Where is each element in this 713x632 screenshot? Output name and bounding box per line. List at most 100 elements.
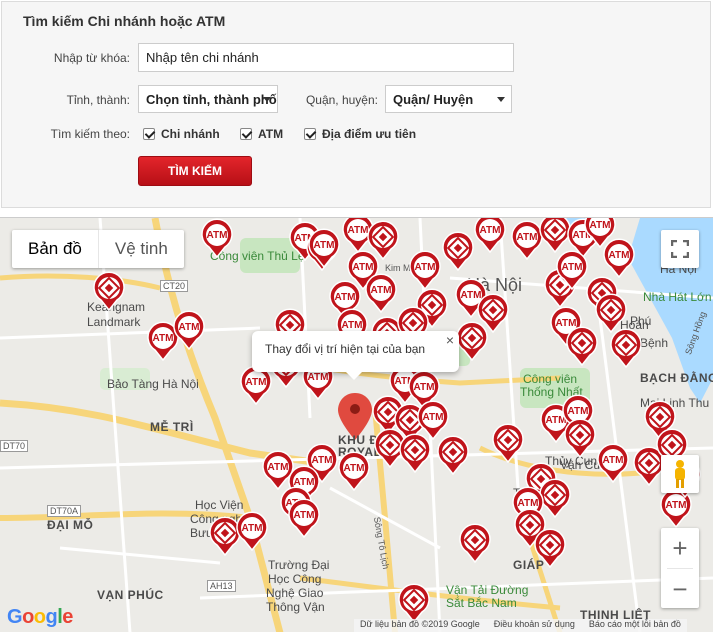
google-logo-letter: e — [62, 606, 73, 628]
svg-text:ATM: ATM — [353, 262, 374, 273]
map-footer: Dữ liệu bản đồ ©2019 Google Điều khoản s… — [354, 619, 687, 632]
svg-text:ATM: ATM — [609, 250, 630, 261]
fullscreen-icon — [671, 240, 689, 258]
svg-text:ATM: ATM — [314, 240, 335, 251]
svg-text:ATM: ATM — [342, 320, 363, 331]
atm-marker[interactable]: ATM — [337, 451, 371, 492]
map-label-benh: Bệnh — [640, 336, 669, 350]
svg-text:ATM: ATM — [568, 406, 589, 417]
popup-tail — [346, 372, 362, 380]
branch-marker[interactable] — [455, 321, 489, 362]
province-select-value: Chọn tỉnh, thành phố — [146, 92, 277, 107]
svg-text:ATM: ATM — [344, 463, 365, 474]
atm-marker[interactable]: ATM — [172, 310, 206, 351]
map-type-control: Bản đồ Vệ tinh — [12, 230, 184, 268]
keyword-input[interactable] — [138, 43, 514, 72]
branch-marker[interactable] — [563, 418, 597, 459]
svg-text:ATM: ATM — [308, 372, 329, 383]
district-select[interactable]: Quận/ Huyện — [385, 85, 512, 113]
road-shield-dt70: DT70 — [0, 440, 29, 452]
google-logo-letter: o — [22, 606, 34, 628]
branch-marker[interactable] — [441, 231, 475, 272]
map-label-phu: Phú — [630, 314, 652, 328]
svg-text:ATM: ATM — [371, 285, 392, 296]
province-label: Tỉnh, thành: — [66, 93, 130, 107]
atm-marker[interactable]: ATM — [200, 218, 234, 259]
map-label-hoc-cong: Học Công — [268, 572, 322, 586]
atm-marker[interactable]: ATM — [596, 443, 630, 484]
branch-marker[interactable] — [398, 433, 432, 474]
search-by-label: Tìm kiếm theo: — [50, 127, 130, 141]
branch-marker[interactable] — [397, 583, 431, 624]
district-select-value: Quận/ Huyện — [393, 92, 474, 107]
checkbox-checked-icon[interactable] — [304, 128, 316, 140]
branch-checkbox[interactable]: Chi nhánh — [143, 127, 220, 141]
checkbox-checked-icon[interactable] — [143, 128, 155, 140]
zoom-out-button[interactable]: − — [661, 569, 699, 609]
svg-text:ATM: ATM — [603, 455, 624, 466]
google-logo-letter: o — [33, 606, 46, 628]
branch-marker[interactable] — [458, 523, 492, 564]
terms-link[interactable]: Điều khoản sử dụng — [494, 619, 575, 632]
tab-map[interactable]: Bản đồ — [12, 230, 98, 268]
atm-marker[interactable]: ATM — [235, 511, 269, 552]
svg-text:ATM: ATM — [423, 412, 444, 423]
map-label-hoc-vien: Học Viện — [195, 498, 244, 512]
svg-text:ATM: ATM — [294, 510, 315, 521]
map-label-museum: Bảo Tàng Hà Nội — [107, 377, 199, 391]
branch-marker[interactable] — [594, 293, 628, 334]
atm-checkbox-label: ATM — [258, 127, 284, 141]
tab-satellite[interactable]: Vệ tinh — [97, 230, 184, 268]
svg-text:ATM: ATM — [414, 382, 435, 393]
map-label-nghe-giao: Nghệ Giao — [266, 586, 324, 600]
atm-marker[interactable]: ATM — [555, 250, 589, 291]
svg-text:ATM: ATM — [179, 322, 200, 333]
atm-marker[interactable]: ATM — [307, 228, 341, 269]
branch-marker[interactable] — [436, 435, 470, 476]
priority-location-checkbox[interactable]: Địa điểm ưu tiên — [304, 127, 416, 141]
google-logo-letter: G — [7, 606, 23, 628]
atm-marker[interactable]: ATM — [364, 273, 398, 314]
street-view-pegman[interactable] — [661, 455, 699, 493]
map-label-van-phuc: VẠN PHÚC — [97, 588, 164, 602]
search-button[interactable]: TÌM KIẾM — [138, 156, 252, 186]
pegman-icon — [675, 460, 685, 488]
branch-marker[interactable] — [533, 528, 567, 569]
branch-marker[interactable] — [491, 423, 525, 464]
map-label-landmark: Landmark — [87, 315, 141, 329]
popup-text: Thay đổi vị trí hiện tại của bạn — [265, 342, 426, 356]
branch-marker[interactable] — [92, 271, 126, 312]
atm-marker[interactable]: ATM — [408, 250, 442, 291]
branch-marker[interactable] — [609, 328, 643, 369]
branch-marker[interactable] — [565, 326, 599, 367]
map-label-nha-hat-lon: Nhà Hát Lớn — [643, 290, 712, 304]
close-icon[interactable]: × — [446, 332, 454, 348]
atm-checkbox[interactable]: ATM — [240, 127, 283, 141]
panel-title: Tìm kiếm Chi nhánh hoặc ATM — [23, 13, 226, 29]
map-label-sat-bac-nam: Sắt Bắc Nam — [446, 596, 517, 610]
map-label-thong-van: Thông Vận — [266, 600, 325, 614]
svg-text:ATM: ATM — [590, 220, 611, 231]
road-shield-ah13: AH13 — [207, 580, 236, 592]
report-error-link[interactable]: Báo cáo một lỗi bản đồ — [589, 619, 681, 632]
checkbox-checked-icon[interactable] — [240, 128, 252, 140]
map-label-me-tri: MỄ TRÌ — [150, 420, 194, 434]
svg-text:ATM: ATM — [480, 225, 501, 236]
branch-checkbox-label: Chi nhánh — [161, 127, 220, 141]
svg-text:ATM: ATM — [242, 523, 263, 534]
atm-marker[interactable]: ATM — [287, 498, 321, 539]
branch-map[interactable]: Hà Nội Keangnam Landmark Bảo Tàng Hà Nội… — [0, 217, 713, 632]
svg-text:ATM: ATM — [517, 232, 538, 243]
fullscreen-button[interactable] — [661, 230, 699, 268]
priority-location-checkbox-label: Địa điểm ưu tiên — [322, 127, 417, 141]
zoom-in-button[interactable]: + — [661, 528, 699, 568]
atm-marker[interactable]: ATM — [602, 238, 636, 279]
svg-text:ATM: ATM — [268, 462, 289, 473]
svg-text:ATM: ATM — [335, 292, 356, 303]
atm-marker[interactable]: ATM — [473, 218, 507, 254]
svg-text:ATM: ATM — [562, 262, 583, 273]
zoom-control: + − — [661, 528, 699, 608]
province-select[interactable]: Chọn tỉnh, thành phố — [138, 85, 278, 113]
map-label-van-tai: Vận Tải Đường — [446, 583, 529, 597]
location-popup: Thay đổi vị trí hiện tại của bạn × — [252, 331, 459, 380]
